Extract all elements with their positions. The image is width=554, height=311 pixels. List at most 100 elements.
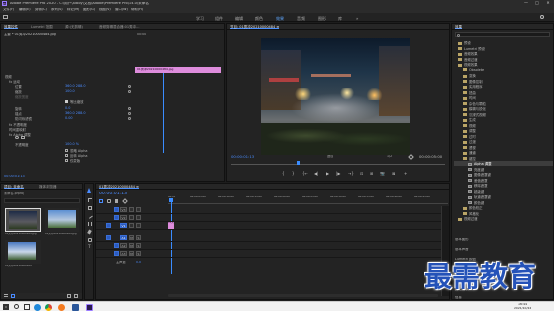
tree-item-channel[interactable]: 通道 xyxy=(454,150,476,155)
program-current-timecode[interactable]: 00:00:01:13 xyxy=(231,155,254,159)
go-to-out-button[interactable]: →} xyxy=(348,172,354,176)
track-v3[interactable]: V3 xyxy=(96,206,449,214)
edge-icon[interactable] xyxy=(34,304,41,311)
track-a2[interactable]: A2 M S xyxy=(96,242,449,250)
tree-item-obsolete[interactable]: Obsolete xyxy=(454,68,484,73)
settings-wrench-icon[interactable] xyxy=(408,154,414,160)
play-button[interactable]: ▶ xyxy=(326,172,329,176)
trash-icon[interactable] xyxy=(74,294,78,298)
tree-item-stylize[interactable]: 风格化 xyxy=(454,211,479,216)
track-name[interactable]: A3 xyxy=(120,251,127,256)
menu-file[interactable]: 文件(F) xyxy=(3,8,14,11)
tree-item-time[interactable]: 时间 xyxy=(454,95,476,100)
menu-sequence[interactable]: 序列(S) xyxy=(51,8,63,11)
wrench-icon[interactable] xyxy=(122,198,128,204)
program-scrub-bar[interactable] xyxy=(231,164,445,165)
comparison-view-button[interactable]: ⊠ xyxy=(392,172,395,176)
menu-window[interactable]: 窗口(W) xyxy=(115,8,128,11)
step-forward-button[interactable]: |▶ xyxy=(336,172,340,176)
selection-tool-icon[interactable] xyxy=(87,188,91,193)
position-value[interactable]: 360.0 288.0 xyxy=(65,84,86,88)
timeline-clip-v1[interactable]: 01秀 xyxy=(168,222,174,229)
search-icon[interactable] xyxy=(14,304,19,309)
chrome-icon[interactable] xyxy=(45,304,52,311)
tree-item-noise-grain[interactable]: 杂色与颗粒 xyxy=(454,101,486,106)
tree-item-presets[interactable]: 预设 xyxy=(454,40,471,45)
checkbox-icon[interactable] xyxy=(65,158,68,162)
project-item-1[interactable] xyxy=(5,208,41,232)
reset-icon[interactable] xyxy=(128,90,131,93)
menu-help[interactable]: 帮助(H) xyxy=(131,8,143,11)
windows-start-icon[interactable] xyxy=(3,304,9,310)
mask-ellipse-icon[interactable] xyxy=(15,136,19,139)
tree-item-audio-effects[interactable]: 音频效果 xyxy=(454,51,478,56)
tab-effects[interactable]: 效果 xyxy=(455,25,462,29)
workspace-overflow[interactable]: » xyxy=(356,16,358,21)
list-view-icon[interactable] xyxy=(4,294,8,297)
close-button[interactable]: ✕ xyxy=(544,1,552,5)
track-name[interactable]: A1 xyxy=(120,235,127,240)
reset-icon[interactable] xyxy=(128,117,131,120)
video-frame[interactable] xyxy=(261,38,410,155)
tab-source[interactable]: 源:(无剪辑) xyxy=(65,25,83,29)
row-alpha-opacity[interactable]: 不透明度 100.0 % xyxy=(3,142,133,147)
track-mute-button[interactable]: M xyxy=(129,251,134,256)
tree-item-color-correction[interactable]: 颜色校正 xyxy=(454,205,483,210)
menu-clip[interactable]: 剪辑(C) xyxy=(35,8,47,11)
menu-graphics[interactable]: 图形(G) xyxy=(83,8,95,11)
minimize-button[interactable]: — xyxy=(522,1,530,5)
tree-item-image-matte-key[interactable]: 图像遮罩键 xyxy=(454,172,491,177)
tab-media-browser[interactable]: 媒体浏览器 xyxy=(39,185,57,189)
task-view-icon[interactable] xyxy=(24,304,30,310)
track-target-toggle[interactable] xyxy=(106,235,111,240)
workspace-effects[interactable]: 效果 xyxy=(276,16,284,22)
track-solo-button[interactable]: S xyxy=(136,251,141,256)
add-button[interactable]: + xyxy=(404,172,407,176)
program-resolution-label[interactable]: 1/2 xyxy=(387,155,392,158)
track-v2[interactable]: V2 xyxy=(96,214,449,222)
tab-project[interactable]: 项目: 未命名 xyxy=(4,185,24,189)
checkbox-icon[interactable] xyxy=(65,99,68,103)
home-icon[interactable] xyxy=(3,15,8,19)
extract-button[interactable]: ⊞ xyxy=(370,172,373,176)
track-a1[interactable]: A1 M S xyxy=(96,234,449,242)
track-target-toggle[interactable] xyxy=(114,251,119,256)
track-select-tool-icon[interactable] xyxy=(88,198,92,202)
menu-view[interactable]: 视图(V) xyxy=(99,8,111,11)
track-eye-icon[interactable] xyxy=(136,207,141,212)
panel-essential-graphics[interactable]: 基本图形 xyxy=(455,238,469,241)
tree-item-remove-matte[interactable]: 移除遮罩 xyxy=(454,183,488,188)
menu-marker[interactable]: 标记(M) xyxy=(67,8,79,11)
row-alpha-adjust[interactable]: fx Alpha 调整 xyxy=(3,132,133,139)
project-item-2[interactable] xyxy=(45,208,79,232)
rotation-value[interactable]: 0.0 xyxy=(65,106,70,110)
tree-item-blur-sharpen[interactable]: 模糊与锐化 xyxy=(454,106,486,111)
type-tool-icon[interactable]: T xyxy=(88,245,91,251)
row-mask-only[interactable]: 仅蒙版 xyxy=(3,158,133,163)
mark-in-button[interactable]: { xyxy=(282,172,285,176)
tab-effect-controls[interactable]: 效果控件 xyxy=(4,25,18,29)
project-item-3[interactable] xyxy=(5,240,41,264)
anti-flicker-value[interactable]: 0.00 xyxy=(65,116,73,120)
tab-lumetri-scopes[interactable]: Lumetri 范围 xyxy=(31,25,53,29)
track-target-toggle[interactable] xyxy=(114,215,119,220)
checkbox-icon[interactable] xyxy=(65,148,68,152)
slip-tool-icon[interactable] xyxy=(88,222,92,226)
workspace-libraries[interactable]: 库 xyxy=(338,16,342,22)
workspace-assembly[interactable]: 组件 xyxy=(215,16,223,22)
tree-item-transform[interactable]: 变换 xyxy=(454,73,476,78)
panel-essential-sound[interactable]: 基本声音 xyxy=(455,248,469,251)
tree-item-generate[interactable]: 生成 xyxy=(454,117,476,122)
linked-selection-icon[interactable] xyxy=(107,199,111,203)
razor-tool-icon[interactable] xyxy=(87,213,93,219)
track-name[interactable]: V2 xyxy=(120,215,127,220)
anchor-value[interactable]: 360.0 288.0 xyxy=(65,111,86,115)
tree-item-immersive-video[interactable]: 沉浸式视频 xyxy=(454,112,486,117)
row-anti-flicker[interactable]: 防闪烁滤镜 0.00 xyxy=(3,116,133,121)
tree-item-ultra-key[interactable]: 超级键 xyxy=(454,189,484,194)
step-back-button[interactable]: ◀| xyxy=(314,172,318,176)
track-mute-button[interactable]: M xyxy=(129,235,134,240)
track-eye-icon[interactable] xyxy=(136,215,141,220)
lift-button[interactable]: ⊡ xyxy=(360,172,363,176)
tree-item-distort[interactable]: 扭曲 xyxy=(454,90,476,95)
